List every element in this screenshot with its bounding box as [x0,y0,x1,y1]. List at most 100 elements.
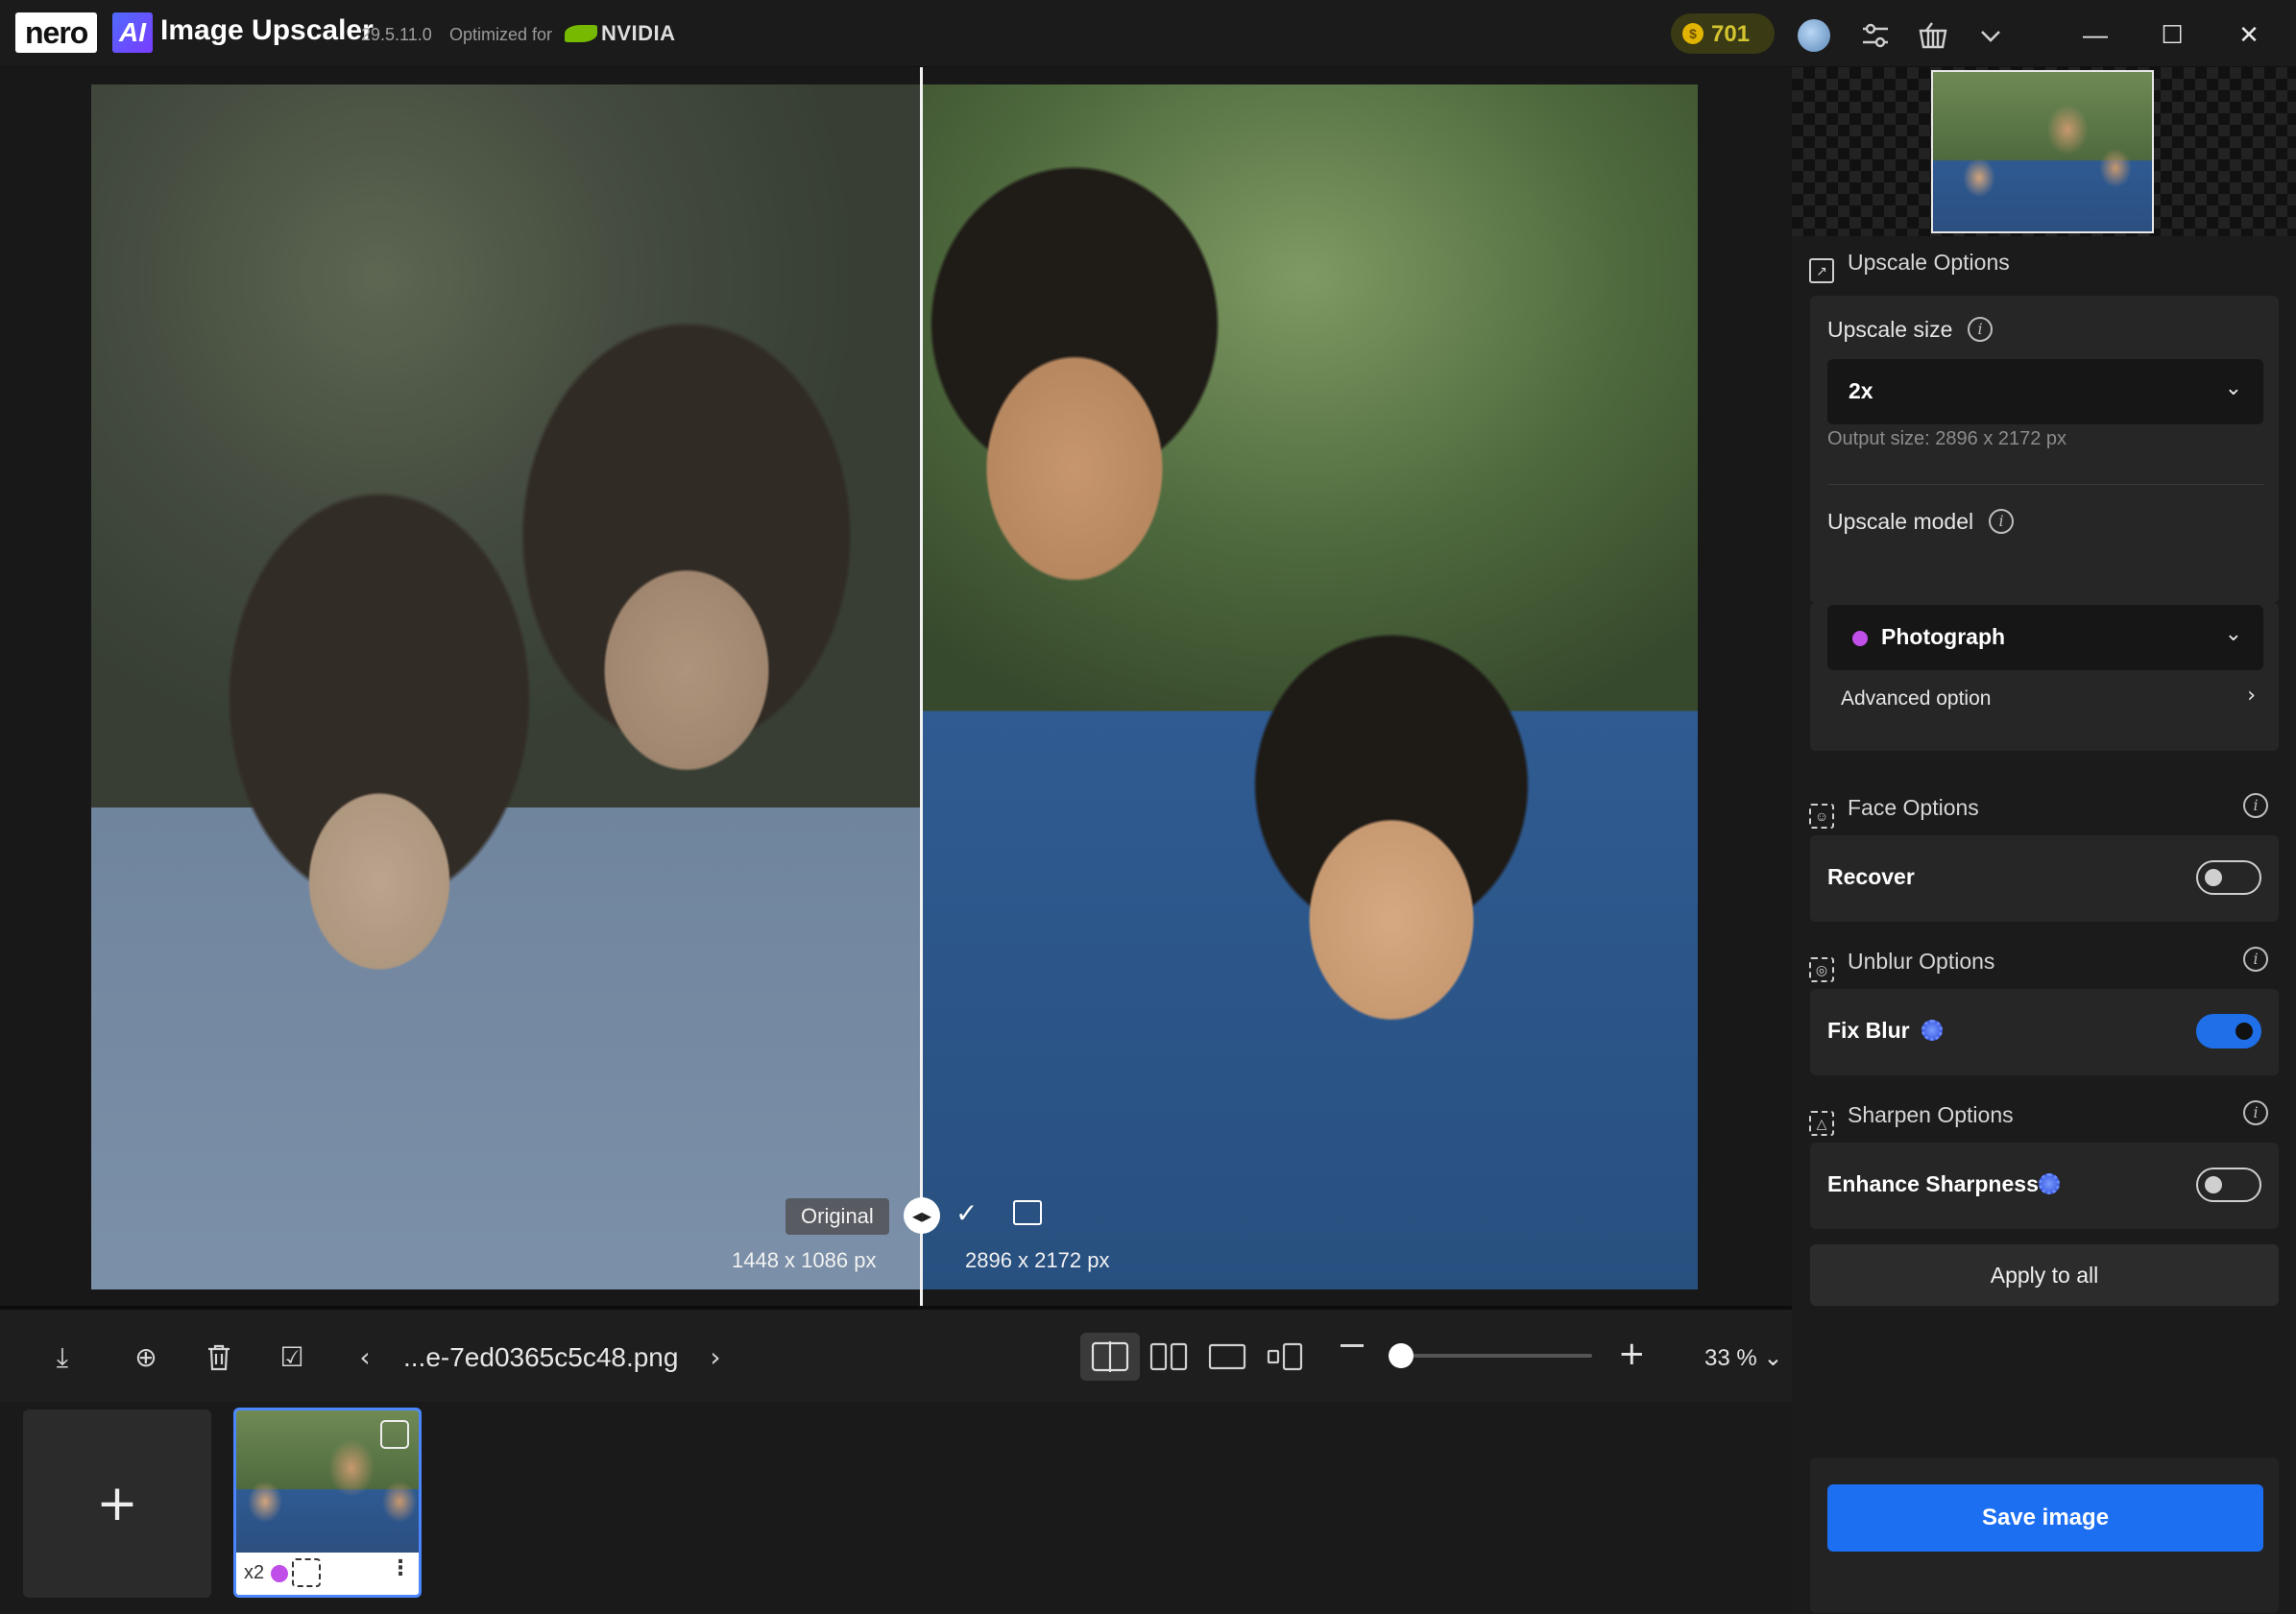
photo-viewport [91,84,1698,1289]
ai-model-icon [2035,1169,2064,1198]
nero-logo: nero [15,12,98,53]
recover-card: Recover [1810,835,2279,922]
enhance-sharpness-toggle[interactable] [2196,1168,2261,1202]
chevron-down-icon: ⌄ [2224,376,2242,400]
next-image-button[interactable]: › [696,1338,735,1377]
coin-icon: $ [1682,23,1704,44]
face-options-info-icon[interactable]: i [2243,793,2268,818]
avatar[interactable] [1798,19,1830,52]
credits-badge[interactable]: $ 701 [1671,13,1775,54]
save-area: Save image [1810,1457,2279,1613]
upscale-size-info-icon[interactable]: i [1968,317,1993,342]
upscale-model-card: Photograph ⌄ Advanced option › [1810,603,2279,751]
toggle-knob [2205,869,2222,886]
side-by-side-view-button[interactable] [1139,1333,1198,1381]
sliders-icon[interactable] [1859,19,1892,52]
recover-toggle[interactable] [2196,860,2261,895]
ai-logo: AI [112,12,153,53]
upscale-size-value: 2x [1849,378,1873,403]
add-icon[interactable]: ⊕ [127,1338,165,1377]
zoom-dropdown[interactable]: 33 % ⌄ [1704,1344,1782,1372]
sharpen-options-header: △ Sharpen Options [1809,1102,2014,1136]
thumbnail-strip: + x2 ⋮ [0,1402,1792,1614]
nvidia-label: NVIDIA [601,21,676,45]
zoom-slider[interactable] [1390,1354,1592,1358]
unblur-options-info-icon[interactable]: i [2243,947,2268,972]
more-options-icon[interactable]: ⋮ [390,1556,411,1580]
nvidia-eye-icon [565,25,597,42]
minimize-button[interactable]: — [2076,15,2115,54]
current-filename: ...e-7ed0365c5c48.png [403,1342,679,1372]
recover-label: Recover [1827,864,1915,889]
download-icon[interactable]: ⤓ [43,1338,82,1377]
add-image-button[interactable]: + [23,1409,211,1598]
toggle-knob [2236,1023,2253,1040]
check-icon[interactable]: ✓ [955,1197,978,1229]
settings-panel: ↗ Upscale Options Upscale size i 2x ⌄ Out… [1792,67,2296,1614]
face-icon: ☺ [1809,804,1834,829]
upscale-options-header: ↗ Upscale Options [1809,250,2010,283]
original-size: 1448 x 1086 px [732,1248,877,1272]
fix-blur-toggle[interactable] [2196,1014,2261,1048]
split-line[interactable] [920,67,923,1306]
upscale-size-select[interactable]: 2x ⌄ [1827,359,2263,424]
zoom-in-button[interactable]: + [1618,1335,1646,1373]
zoom-out-button[interactable] [1341,1344,1364,1347]
close-button[interactable]: ✕ [2230,15,2268,54]
model-dot-icon [271,1565,288,1582]
model-dot-icon [1852,631,1868,646]
sharpen-options-info-icon[interactable]: i [2243,1100,2268,1125]
app-title: Image Upscaler [160,14,374,46]
face-detect-icon [292,1558,321,1587]
face-options-title: Face Options [1848,795,1979,820]
credits-value: 701 [1711,21,1751,47]
chevron-down-icon[interactable] [1974,19,2007,52]
navigator-preview [1792,67,2296,236]
enhance-sharpness-label: Enhance Sharpness [1827,1171,2039,1196]
zoom-chevron-icon: ⌄ [1763,1345,1783,1371]
bottom-toolbar: ⤓ ⊕ ☑ ‹ ...e-7ed0365c5c48.png › + 33 % ⌄ [0,1306,1792,1402]
preview-thumbnail[interactable] [1931,70,2154,233]
basket-icon[interactable] [1917,19,1949,52]
upscale-size-label: Upscale size [1827,317,1953,342]
select-icon[interactable]: ☑ [273,1338,311,1377]
upscale-model-value: Photograph [1881,624,2006,649]
enhance-sharpness-card: Enhance Sharpness [1810,1143,2279,1229]
nvidia-logo: NVIDIA [565,21,676,46]
upscaled-size: 2896 x 2172 px [965,1248,1110,1272]
upscale-options-title: Upscale Options [1848,250,2010,275]
upscale-model-select[interactable]: Photograph ⌄ [1827,605,2263,670]
prev-image-button[interactable]: ‹ [346,1338,384,1377]
fix-blur-card: Fix Blur [1810,989,2279,1075]
compare-small-view-button[interactable] [1256,1333,1316,1381]
image-canvas[interactable]: Original ◂▸ ✓ 1448 x 1086 px 2896 x 2172… [0,67,1792,1306]
face-options-header: ☺ Face Options [1809,795,1979,829]
original-image [91,84,921,1289]
single-view-button[interactable] [1197,1333,1257,1381]
unblur-options-header: ◎ Unblur Options [1809,949,1994,982]
compare-icon[interactable] [1013,1200,1042,1225]
upscale-model-info-icon[interactable]: i [1989,509,2014,534]
split-handle[interactable]: ◂▸ [904,1197,940,1234]
advanced-option-link[interactable]: Advanced option [1841,687,1991,711]
output-size: Output size: 2896 x 2172 px [1827,428,2067,449]
fix-blur-label: Fix Blur [1827,1018,1910,1043]
apply-to-all-button[interactable]: Apply to all [1810,1244,2279,1306]
upscale-options-card: Upscale size i 2x ⌄ Output size: 2896 x … [1810,296,2279,603]
original-label: Original [785,1198,889,1235]
divider [1827,484,2263,485]
title-bar: nero AI Image Upscaler 29.5.11.0 Optimiz… [0,0,2296,67]
chevron-right-icon[interactable]: › [2247,684,2256,708]
upscaled-image [921,84,1698,1289]
split-view-button[interactable] [1080,1333,1140,1381]
delete-icon[interactable] [200,1338,238,1377]
image-thumbnail[interactable]: x2 ⋮ [233,1408,422,1598]
sharpen-icon: △ [1809,1111,1834,1136]
zoom-slider-thumb[interactable] [1388,1343,1414,1368]
save-image-button[interactable]: Save image [1827,1484,2263,1552]
app-version: 29.5.11.0 [361,25,432,44]
ai-model-icon [1918,1016,1946,1045]
unblur-icon: ◎ [1809,957,1834,982]
thumbnail-checkbox[interactable] [380,1420,409,1449]
maximize-button[interactable]: ☐ [2153,15,2191,54]
